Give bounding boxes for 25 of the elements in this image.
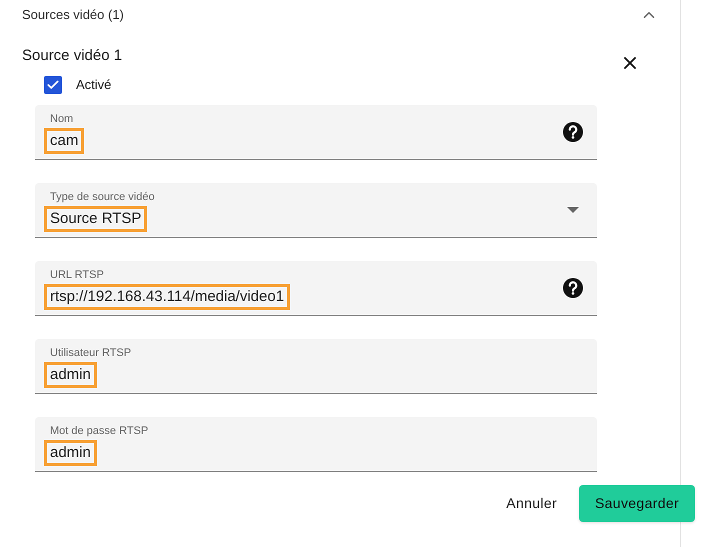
check-icon — [46, 78, 60, 92]
field-value: cam — [44, 128, 84, 154]
source-title: Source vidéo 1 — [22, 46, 122, 66]
save-button[interactable]: Sauvegarder — [578, 484, 695, 522]
dropdown-caret-icon[interactable] — [567, 206, 579, 212]
help-icon[interactable] — [563, 278, 583, 298]
help-icon[interactable] — [563, 122, 583, 142]
input-field[interactable]: URL RTSP rtsp://192.168.43.114/media/video1 — [35, 260, 597, 316]
field-label: URL RTSP — [50, 268, 105, 282]
field-label: Mot de passe RTSP — [50, 424, 150, 438]
cancel-button[interactable]: Annuler — [498, 484, 565, 522]
field-value: admin — [44, 440, 97, 466]
checkbox[interactable] — [44, 76, 62, 94]
field-label: Type de source vidéo — [50, 190, 156, 204]
field-value: rtsp://192.168.43.114/media/video1 — [44, 284, 290, 310]
field-value: Source RTSP — [44, 206, 148, 232]
select-field[interactable]: Type de source vidéo Source RTSP — [35, 182, 597, 238]
field-value: admin — [44, 362, 97, 388]
section-title: Sources vidéo (1) — [22, 6, 124, 24]
checkbox-label: Activé — [76, 76, 112, 94]
input-field[interactable]: Nom cam — [35, 104, 597, 160]
input-field[interactable]: Utilisateur RTSP admin — [35, 338, 597, 394]
input-field[interactable]: Mot de passe RTSP admin — [35, 416, 597, 472]
field-label: Utilisateur RTSP — [50, 346, 132, 360]
field-label: Nom — [50, 112, 74, 126]
